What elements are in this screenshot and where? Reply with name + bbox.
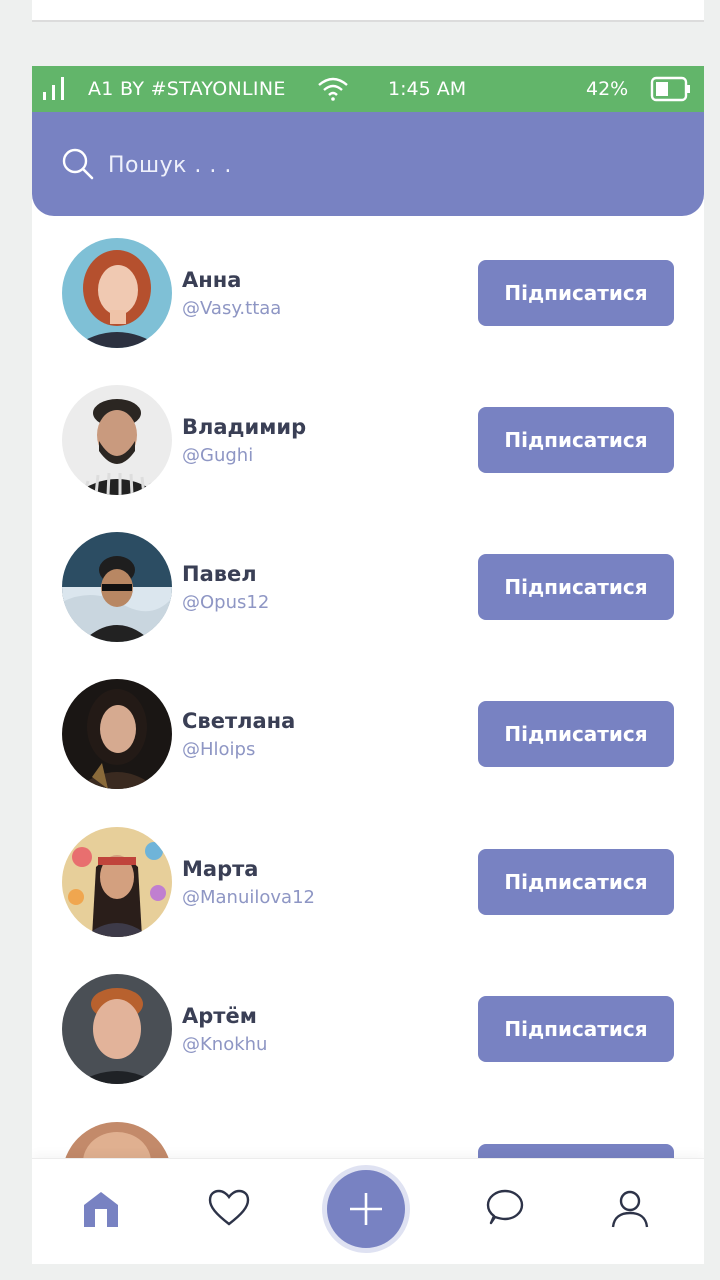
carrier-label: A1 BY #STAYONLINE <box>88 78 286 100</box>
plus-icon <box>350 1193 382 1225</box>
user-name: Светлана <box>182 709 296 733</box>
profile-icon[interactable] <box>610 1189 650 1233</box>
avatar[interactable] <box>62 385 172 495</box>
avatar[interactable] <box>62 238 172 348</box>
follow-button[interactable]: Підписатися <box>478 996 674 1062</box>
bottom-nav <box>32 1158 704 1264</box>
avatar[interactable] <box>62 679 172 789</box>
user-handle[interactable]: @Gughi <box>182 445 253 466</box>
list-item: Марта @Manuilova12 Підписатися <box>32 805 704 937</box>
user-name: Владимир <box>182 415 307 439</box>
search-input[interactable] <box>106 146 630 184</box>
user-list: Анна @Vasy.ttaa Підписатися Владимир @Gu… <box>32 216 704 1232</box>
follow-button[interactable]: Підписатися <box>478 701 674 767</box>
avatar[interactable] <box>62 532 172 642</box>
list-item: Артём @Knokhu Підписатися <box>32 952 704 1084</box>
user-name: Артём <box>182 1004 257 1028</box>
follow-button[interactable]: Підписатися <box>478 554 674 620</box>
user-name: Марта <box>182 857 259 881</box>
clock: 1:45 AM <box>388 78 467 100</box>
list-item: Павел @Opus12 Підписатися <box>32 510 704 642</box>
avatar[interactable] <box>62 827 172 937</box>
battery-percent: 42% <box>586 78 629 100</box>
wifi-icon <box>317 76 349 107</box>
user-handle[interactable]: @Hloips <box>182 739 255 760</box>
follow-button[interactable]: Підписатися <box>478 849 674 915</box>
add-post-button[interactable] <box>322 1165 410 1253</box>
avatar[interactable] <box>62 974 172 1084</box>
follow-button[interactable]: Підписатися <box>478 260 674 326</box>
chat-icon[interactable] <box>485 1189 525 1233</box>
follow-button[interactable]: Підписатися <box>478 407 674 473</box>
search-header <box>32 112 704 216</box>
user-handle[interactable]: @Manuilova12 <box>182 887 315 908</box>
list-item: Владимир @Gughi Підписатися <box>32 363 704 495</box>
user-name: Анна <box>182 268 242 292</box>
previous-card <box>32 0 704 22</box>
list-item: Анна @Vasy.ttaa Підписатися <box>32 216 704 348</box>
list-item: Светлана @Hloips Підписатися <box>32 657 704 789</box>
home-icon[interactable] <box>82 1189 120 1233</box>
search-icon[interactable] <box>60 146 96 186</box>
battery-icon <box>650 76 692 107</box>
signal-icon <box>42 74 68 107</box>
user-handle[interactable]: @Knokhu <box>182 1034 267 1055</box>
status-bar: A1 BY #STAYONLINE 1:45 AM 42% <box>32 66 704 112</box>
user-name: Павел <box>182 562 257 586</box>
user-handle[interactable]: @Vasy.ttaa <box>182 298 281 319</box>
user-handle[interactable]: @Opus12 <box>182 592 269 613</box>
app-screen: A1 BY #STAYONLINE 1:45 AM 42% Пошук . . … <box>32 66 704 1264</box>
heart-icon[interactable] <box>208 1189 250 1231</box>
